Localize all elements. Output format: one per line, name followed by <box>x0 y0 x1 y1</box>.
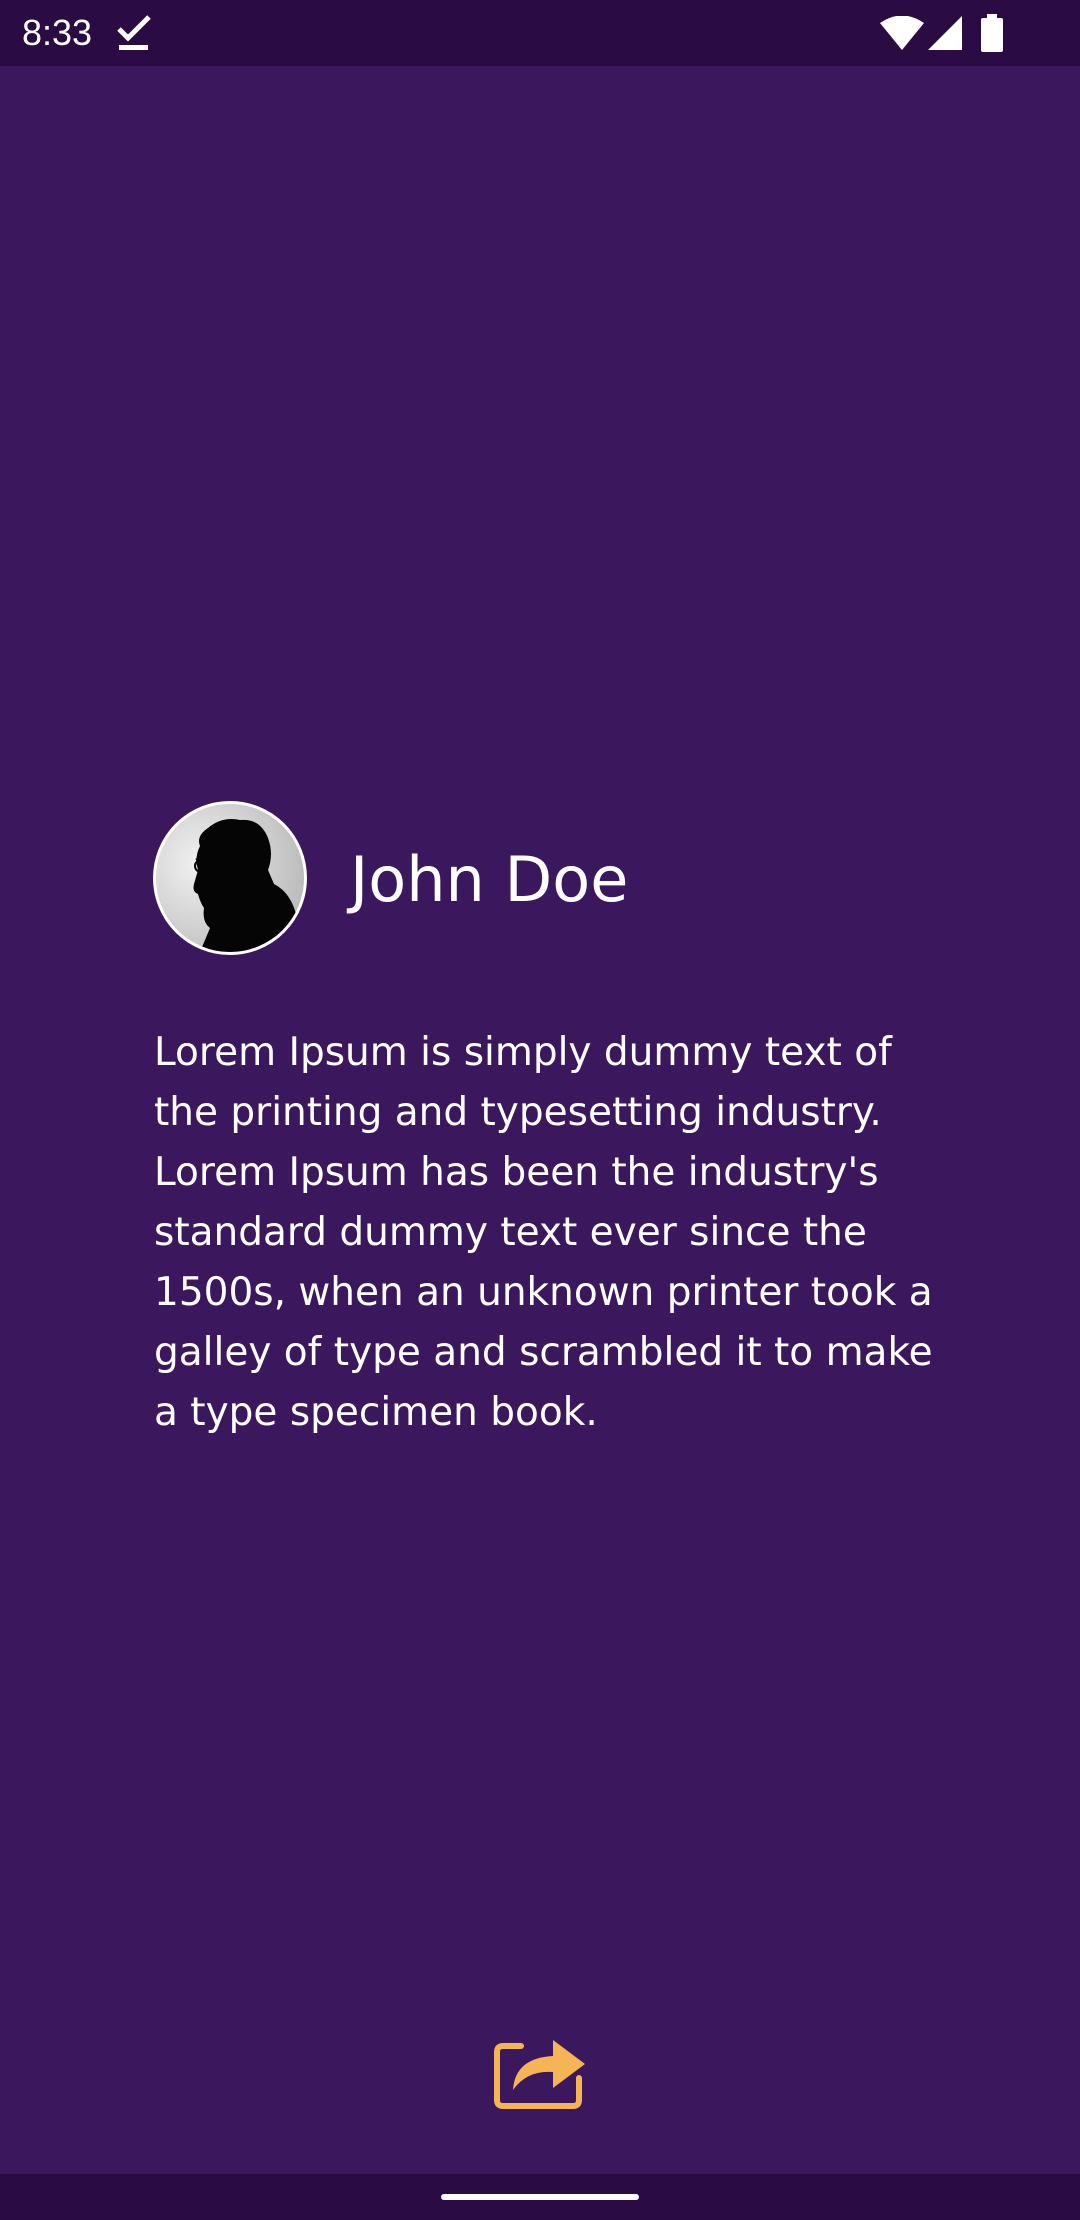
check-icon <box>117 15 151 50</box>
profile-bio: Lorem Ipsum is simply dummy text of the … <box>154 1030 933 1435</box>
home-indicator[interactable] <box>441 2194 639 2200</box>
signal-icon <box>928 16 962 50</box>
battery-icon <box>981 14 1003 52</box>
status-time: 8:33 <box>22 12 93 53</box>
user-silhouette-avatar <box>156 804 304 952</box>
share-button[interactable] <box>493 2018 587 2110</box>
wifi-icon <box>880 16 924 50</box>
profile-name: John Doe <box>350 843 629 916</box>
status-bar: 8:33 <box>0 0 1080 66</box>
navigation-bar <box>0 2174 1080 2220</box>
avatar <box>153 801 307 955</box>
profile-screen: 8:33 John Doe Lorem Ipsum is simply dumm… <box>0 0 1080 2220</box>
share-icon <box>494 2040 585 2109</box>
